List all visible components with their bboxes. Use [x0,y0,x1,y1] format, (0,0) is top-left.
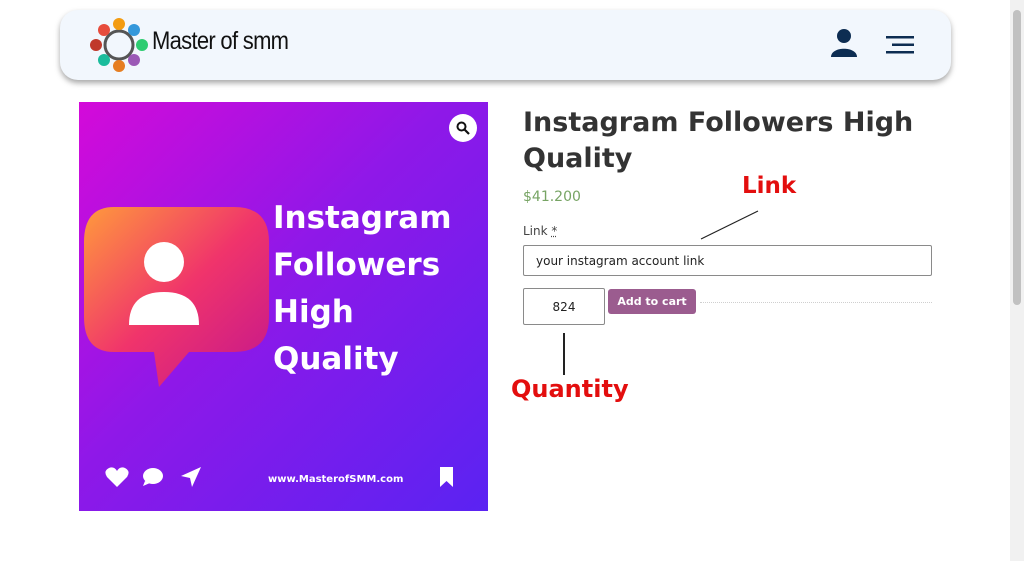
page: Master of smm Instagram Followers High Q… [0,0,1024,561]
user-icon[interactable] [830,28,858,58]
divider [700,302,932,303]
website-url: www.MasterofSMM.com [268,474,404,485]
profile-bubble-icon [84,207,269,387]
product-image[interactable]: Instagram Followers High Quality www.Mas… [79,102,488,511]
add-to-cart-button[interactable]: Add to cart [608,289,696,314]
promo-line: Quality [273,341,399,377]
magnifier-icon [456,121,470,135]
promo-line: Instagram [273,200,452,236]
product-title: Instagram Followers High Quality [523,107,914,174]
link-label-text: Link [523,224,548,238]
required-mark: * [551,224,558,238]
heart-icon [105,467,129,487]
comment-icon [143,468,163,486]
send-icon [181,467,201,487]
quantity-annotation-pointer [563,333,565,375]
promo-line: High [273,294,354,330]
hamburger-menu-icon[interactable] [884,34,916,56]
quantity-input[interactable] [523,288,605,325]
product-price: $41.200 [523,189,581,205]
link-field-label: Link * [523,224,557,238]
quantity-annotation: Quantity [511,375,629,403]
bookmark-icon [440,467,453,487]
logo-text[interactable]: Master of smm [152,27,289,56]
link-input[interactable] [523,245,932,276]
link-annotation-pointer [700,210,759,240]
site-header: Master of smm [60,10,951,80]
zoom-button[interactable] [449,114,477,142]
scrollbar[interactable] [1010,0,1024,561]
promo-line: Followers [273,247,441,283]
logo-icon[interactable] [90,18,148,72]
promo-text: Instagram Followers High Quality [273,195,452,383]
scrollbar-thumb[interactable] [1013,10,1021,305]
link-annotation: Link [742,173,797,199]
